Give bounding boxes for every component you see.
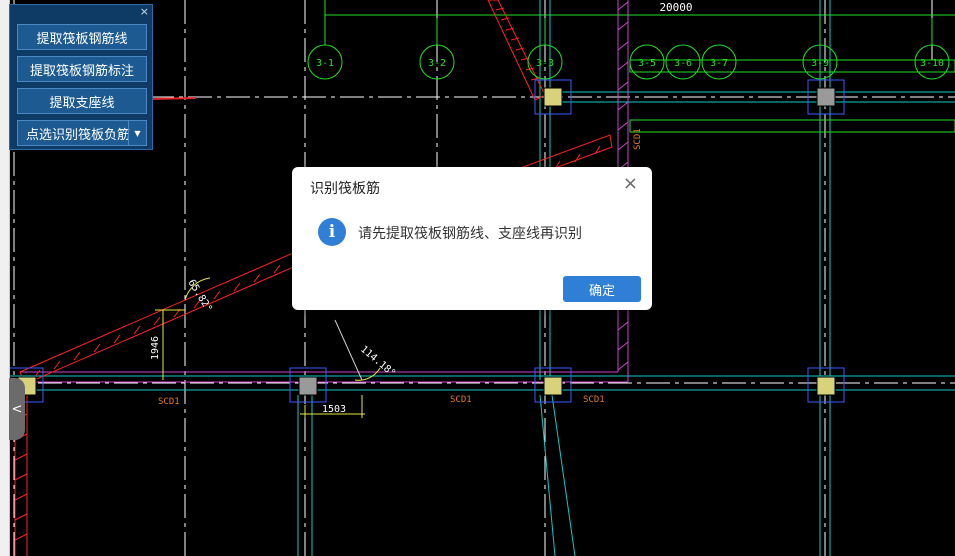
- axis-label: 3-5: [638, 58, 656, 69]
- axis-label: 3-10: [920, 58, 944, 69]
- pick-identify-negative-rebar-button[interactable]: 点选识别筏板负筋 ▼: [17, 120, 147, 146]
- info-icon: i: [318, 218, 346, 246]
- close-icon[interactable]: ×: [140, 6, 149, 17]
- top-dimension-label: 20000: [659, 1, 692, 14]
- axis-label: 3-6: [674, 58, 692, 69]
- axis-label: 3-9: [811, 58, 829, 69]
- angle-label: 114.18°: [358, 344, 397, 380]
- collapse-handle[interactable]: <: [9, 378, 25, 440]
- chevron-down-icon[interactable]: ▼: [128, 121, 146, 145]
- beam-label: SCD1: [583, 395, 605, 405]
- beam-label: SCD1: [633, 128, 643, 150]
- angle-label: 65.82°: [185, 278, 213, 314]
- beam-label: SCD1: [450, 395, 472, 405]
- extract-raft-rebar-line-button[interactable]: 提取筏板钢筋线: [17, 24, 147, 50]
- extract-raft-rebar-annotation-button[interactable]: 提取筏板钢筋标注: [17, 56, 147, 82]
- close-icon[interactable]: ×: [623, 175, 638, 193]
- identify-raft-rebar-dialog: 识别筏板筋 × i 请先提取筏板钢筋线、支座线再识别 确定: [292, 167, 652, 310]
- chevron-left-icon: <: [11, 401, 23, 417]
- beam-label: SCD1: [158, 397, 180, 407]
- pick-identify-negative-rebar-label: 点选识别筏板负筋: [26, 127, 131, 143]
- extract-support-line-button[interactable]: 提取支座线: [17, 88, 147, 114]
- dimension-label: 1503: [322, 404, 346, 415]
- dimension-label: 1946: [150, 336, 161, 360]
- axis-label: 3-1: [316, 58, 334, 69]
- axis-label: 3-2: [428, 58, 446, 69]
- axis-label: 3-3: [536, 58, 554, 69]
- ok-button[interactable]: 确定: [563, 276, 641, 302]
- recognition-tool-panel: × 提取筏板钢筋线 提取筏板钢筋标注 提取支座线 点选识别筏板负筋 ▼: [9, 4, 153, 150]
- dialog-message: 请先提取筏板钢筋线、支座线再识别: [358, 226, 582, 242]
- dialog-title: 识别筏板筋: [310, 181, 380, 197]
- axis-label: 3-7: [710, 58, 728, 69]
